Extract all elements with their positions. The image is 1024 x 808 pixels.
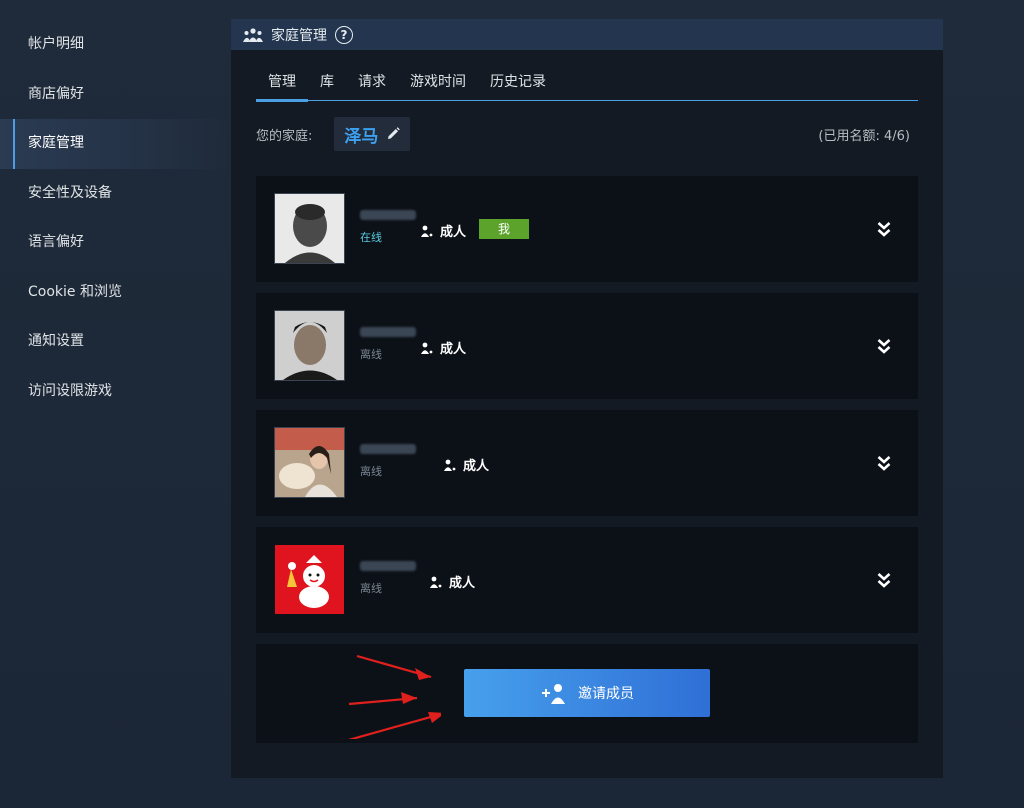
invite-member-button[interactable]: 邀请成员 [464, 669, 710, 717]
pencil-icon[interactable] [386, 127, 401, 141]
me-badge: 我 [479, 219, 529, 239]
member-list: 在线 成人 我 离线 成人 离线 成人 离线 成人 邀请成员 [256, 176, 918, 743]
add-person-icon [542, 684, 565, 704]
panel-header: 家庭管理 ? [231, 19, 943, 50]
member-card: 在线 成人 我 [256, 176, 918, 282]
expand-chevron-icon[interactable] [877, 454, 891, 472]
avatar [274, 427, 345, 498]
member-role: 成人 [429, 572, 475, 591]
member-name-redacted [360, 327, 416, 337]
tab-playtime[interactable]: 游戏时间 [398, 69, 478, 100]
sidebar-item-store-preferences[interactable]: 商店偏好 [0, 70, 232, 120]
member-status: 在线 [360, 231, 382, 244]
sidebar-item-family-management[interactable]: 家庭管理 [0, 119, 232, 169]
help-icon[interactable]: ? [335, 25, 353, 44]
annotation-arrow [348, 654, 441, 739]
member-role-label: 成人 [449, 576, 476, 591]
tab-library[interactable]: 库 [308, 69, 346, 100]
member-role: 成人 [443, 455, 489, 474]
member-name-redacted [360, 561, 416, 571]
sidebar-item-account-details[interactable]: 帐户明细 [0, 20, 232, 70]
family-name-edit[interactable]: 泽马 [334, 117, 411, 151]
member-status: 离线 [360, 582, 382, 595]
member-status: 离线 [360, 465, 382, 478]
tab-manage[interactable]: 管理 [256, 69, 308, 102]
family-management-panel: 家庭管理 ? 管理 库 请求 游戏时间 历史记录 您的家庭: 泽马 (已用名额:… [231, 19, 943, 778]
adult-person-icon [444, 459, 456, 471]
seat-quota: (已用名额: 4/6) [818, 128, 910, 144]
sidebar-item-cookies[interactable]: Cookie 和浏览 [0, 268, 232, 318]
adult-person-icon [430, 576, 442, 588]
avatar [274, 310, 345, 381]
avatar [274, 544, 345, 615]
member-role-label: 成人 [463, 459, 490, 474]
member-status: 离线 [360, 348, 382, 361]
family-group-icon [243, 27, 263, 42]
invite-area: 邀请成员 [256, 644, 918, 743]
sidebar-item-security-devices[interactable]: 安全性及设备 [0, 169, 232, 219]
avatar [274, 193, 345, 264]
family-label: 您的家庭: [256, 128, 313, 144]
member-card: 离线 成人 [256, 410, 918, 516]
expand-chevron-icon[interactable] [877, 337, 891, 355]
member-role-label: 成人 [440, 225, 467, 240]
expand-chevron-icon[interactable] [877, 220, 891, 238]
family-name: 泽马 [344, 126, 379, 147]
sidebar-item-restricted-games[interactable]: 访问设限游戏 [0, 367, 232, 417]
member-role-label: 成人 [440, 342, 467, 357]
member-card: 离线 成人 [256, 293, 918, 399]
member-name-redacted [360, 444, 416, 454]
adult-person-icon [421, 225, 433, 237]
tab-history[interactable]: 历史记录 [478, 69, 558, 100]
member-role: 成人 [420, 221, 466, 240]
tab-requests[interactable]: 请求 [346, 69, 398, 100]
sidebar-item-notifications[interactable]: 通知设置 [0, 317, 232, 367]
sidebar-item-language[interactable]: 语言偏好 [0, 218, 232, 268]
invite-member-label: 邀请成员 [578, 686, 634, 702]
app-root: 帐户明细 商店偏好 家庭管理 安全性及设备 语言偏好 Cookie 和浏览 通知… [0, 0, 1024, 808]
panel-title: 家庭管理 [271, 27, 327, 44]
adult-person-icon [421, 342, 433, 354]
member-name-redacted [360, 210, 416, 220]
sidebar: 帐户明细 商店偏好 家庭管理 安全性及设备 语言偏好 Cookie 和浏览 通知… [0, 20, 232, 416]
member-card: 离线 成人 [256, 527, 918, 633]
family-name-row: 您的家庭: 泽马 (已用名额: 4/6) [256, 117, 918, 151]
tab-bar: 管理 库 请求 游戏时间 历史记录 [256, 69, 918, 102]
expand-chevron-icon[interactable] [877, 571, 891, 589]
member-role: 成人 [420, 338, 466, 357]
